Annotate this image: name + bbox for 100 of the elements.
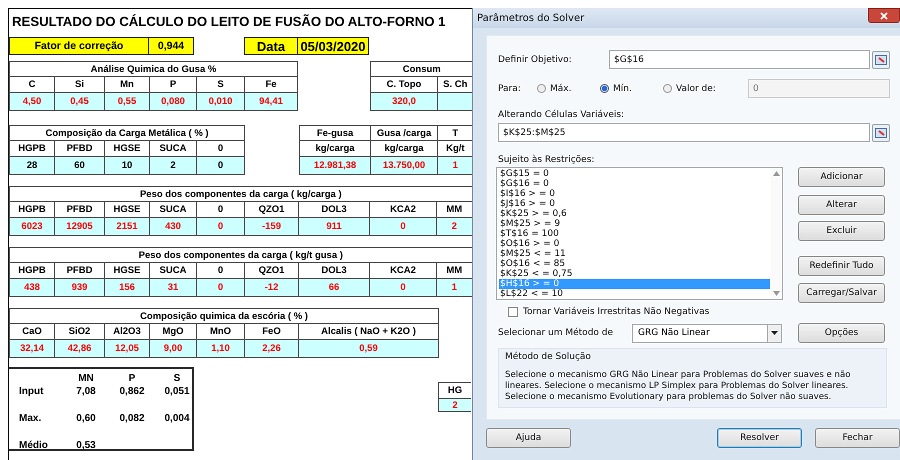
radio-button[interactable] xyxy=(600,84,609,93)
value-text: 0,082 xyxy=(118,413,146,424)
table-title: Composição da Carga Metálica ( % ) xyxy=(10,126,245,140)
table-cell: 939 xyxy=(54,278,104,296)
field-label: Data xyxy=(244,37,298,55)
field-label: Sujeito às Restrições: xyxy=(498,155,596,165)
radio-button[interactable] xyxy=(537,84,546,93)
table-cell: 0 xyxy=(370,278,436,296)
dialog-button[interactable]: Fechar xyxy=(815,428,900,448)
window-title: Parâmetros do Solver xyxy=(476,12,586,24)
table-cell: 2 xyxy=(436,218,472,236)
table-cell: 12.981,38 xyxy=(300,156,371,174)
cell-reference-button[interactable] xyxy=(872,124,890,142)
table-cell: 12905 xyxy=(54,218,104,236)
row-label: Médio xyxy=(18,440,49,451)
dialog-button[interactable]: Resolver xyxy=(717,428,802,448)
constraint-item[interactable]: $I$16 > = 0 xyxy=(499,189,770,199)
range-select-icon xyxy=(875,128,887,138)
column-header: P xyxy=(128,373,136,384)
constraint-item[interactable]: $K$25 > = 0,6 xyxy=(499,209,770,219)
table-cell: 0 xyxy=(370,218,436,236)
table-cell: -159 xyxy=(244,218,298,236)
checkbox[interactable] xyxy=(508,307,518,317)
dialog-button[interactable]: Redefinir Tudo xyxy=(798,256,885,276)
table-cell: -12 xyxy=(244,278,298,296)
table-cell: 60 xyxy=(54,156,104,174)
value-text: 0,53 xyxy=(75,440,97,451)
table-title: Consum xyxy=(370,62,472,76)
constraint-item[interactable]: $O$16 > = 0 xyxy=(499,239,770,249)
method-dropdown[interactable]: GRG Não Linear xyxy=(632,324,782,342)
radio-label: Máx. xyxy=(550,84,572,94)
constraint-item[interactable]: $M$25 < = 11 xyxy=(499,249,770,259)
constraint-item[interactable]: $G$16 = 0 xyxy=(499,179,770,189)
table-cell: 0,45 xyxy=(54,92,104,110)
column-header: Gusa /carga xyxy=(370,126,438,140)
constraint-item[interactable]: $O$16 < = 85 xyxy=(499,259,770,269)
row-label: Max. xyxy=(18,413,42,424)
scrollbar[interactable] xyxy=(771,168,782,299)
column-header: S xyxy=(172,373,182,384)
value-text: 0,862 xyxy=(118,386,146,397)
cell-reference-button[interactable] xyxy=(872,50,890,68)
dialog-button[interactable]: Carregar/Salvar xyxy=(798,283,885,303)
checkbox-label: Tornar Variáveis Irrestritas Não Negativas xyxy=(523,307,710,317)
scroll-up-icon xyxy=(773,171,780,176)
group-title: Método de Solução xyxy=(505,352,592,362)
table-title: Peso dos componentes da carga ( kg/carga ) xyxy=(10,186,472,202)
field-label: Para: xyxy=(498,84,522,94)
value-text: 0,004 xyxy=(163,413,191,424)
options-button[interactable]: Opções xyxy=(798,323,885,343)
table-cell: 66 xyxy=(298,278,370,296)
table-cell: 0,010 xyxy=(196,92,244,110)
table-cell: 4,50 xyxy=(10,92,54,110)
constraint-item[interactable]: $J$16 > = 0 xyxy=(499,199,770,209)
radio-label: Valor de: xyxy=(676,84,716,94)
close-icon xyxy=(880,12,888,20)
constraint-item[interactable]: $T$16 = 100 xyxy=(499,229,770,239)
table-cell: 0,59 xyxy=(298,340,439,358)
table-cell: 2 xyxy=(438,398,471,412)
table-cell: 12,05 xyxy=(104,340,150,358)
radio-button[interactable] xyxy=(663,84,672,93)
close-button[interactable] xyxy=(868,8,900,23)
field-label: Alterando Células Variáveis: xyxy=(498,110,626,120)
table-cell: 2 xyxy=(150,156,196,174)
constraint-item[interactable]: $G$15 = 0 xyxy=(499,169,770,179)
table-title: Composição quimica da escória ( % ) xyxy=(10,308,439,324)
variable-cells-field[interactable]: $K$25:$M$25 xyxy=(498,123,870,142)
table-cell: 0 xyxy=(196,156,245,174)
constraint-item[interactable]: $M$25 > = 9 xyxy=(499,219,770,229)
table-cell: 156 xyxy=(104,278,150,296)
dialog-button[interactable]: Adicionar xyxy=(798,167,885,187)
table-cell: 1 xyxy=(438,156,473,174)
value-text: 0,60 xyxy=(75,413,97,424)
table-cell: 10 xyxy=(104,156,150,174)
scroll-down-icon xyxy=(773,291,780,296)
table-cell: 6023 xyxy=(10,218,54,236)
table-cell: 2,26 xyxy=(244,340,298,358)
table-cell: 13.750,00 xyxy=(370,156,438,174)
table-title: Análise Quimica do Gusa % xyxy=(10,62,298,76)
constraint-item[interactable]: $K$25 < = 0,75 xyxy=(499,269,770,279)
constraint-item[interactable]: $L$22 < = 10 xyxy=(499,289,770,299)
field-value: 05/03/2020 xyxy=(298,37,369,55)
objective-field[interactable]: $G$16 xyxy=(609,50,870,69)
table-cell: 320,0 xyxy=(370,92,438,110)
table-cell: 32,14 xyxy=(10,340,54,358)
field-label: Definir Objetivo: xyxy=(498,54,573,64)
table-cell: 0,55 xyxy=(104,92,150,110)
value-text: 0,051 xyxy=(163,386,191,397)
table-cell: 0 xyxy=(196,278,244,296)
dialog-button[interactable]: Excluir xyxy=(798,221,885,241)
dialog-button[interactable]: Ajuda xyxy=(486,428,571,448)
field-label: Selecionar um Método de xyxy=(498,328,614,338)
table-cell: 9,00 xyxy=(150,340,196,358)
table-cell: 1,10 xyxy=(196,340,244,358)
table-cell: 0 xyxy=(196,218,244,236)
table-cell: 438 xyxy=(10,278,54,296)
table-cell: 94,41 xyxy=(244,92,298,110)
table-cell: 28 xyxy=(10,156,54,174)
row-label: Input xyxy=(18,386,44,397)
sheet-title: RESULTADO DO CÁLCULO DO LEITO DE FUSÃO DO ALTO-FORNO 1 xyxy=(11,13,446,30)
dialog-button[interactable]: Alterar xyxy=(798,195,885,215)
